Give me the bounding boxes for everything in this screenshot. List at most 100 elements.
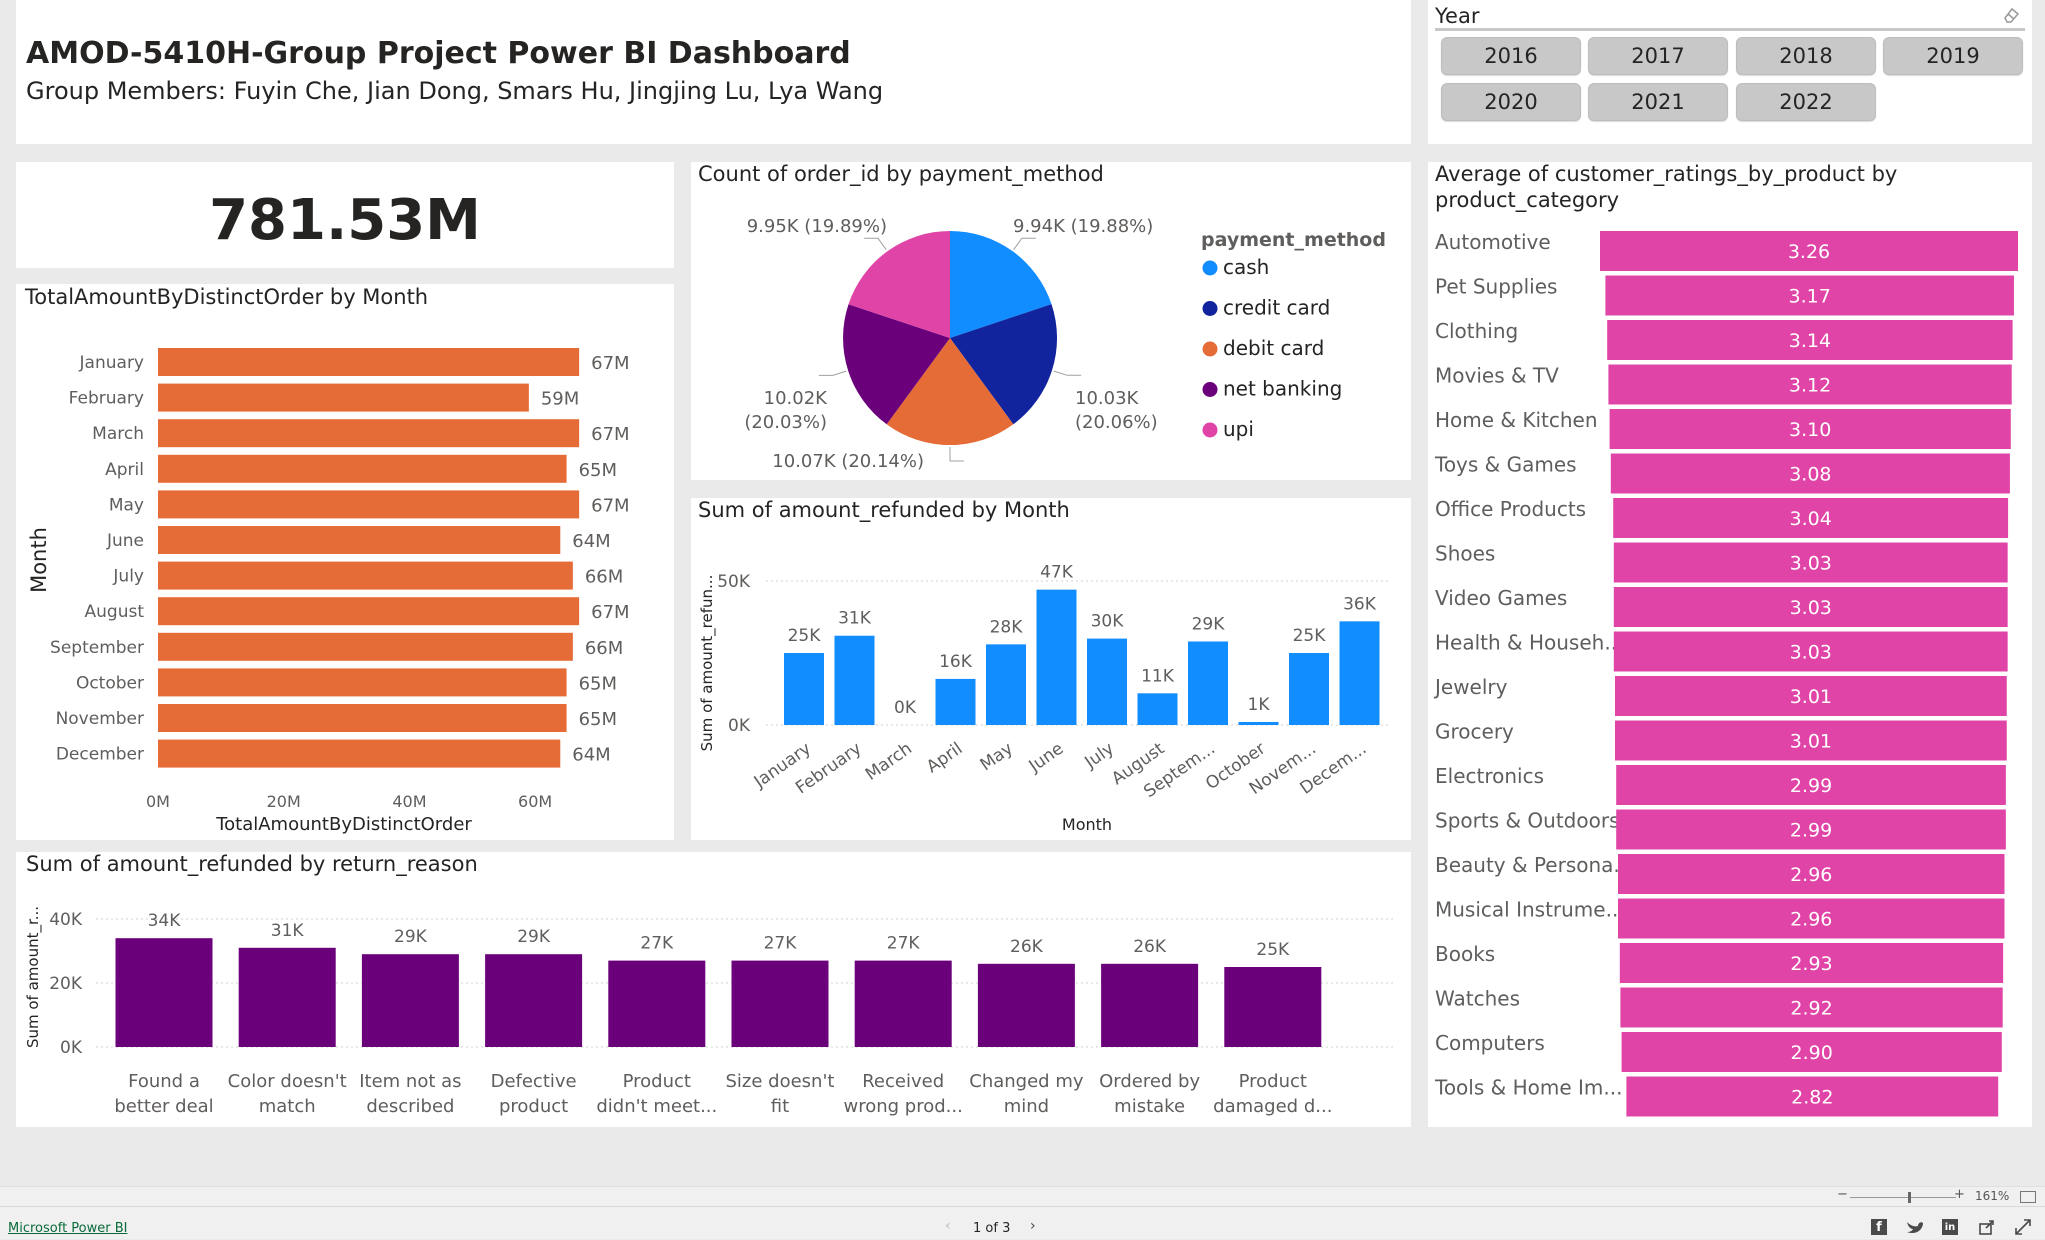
- next-page-icon[interactable]: ›: [1030, 1218, 1036, 1234]
- data-label: 64M: [572, 745, 610, 766]
- y-tick-label: 0K: [728, 716, 751, 736]
- bar: [361, 954, 459, 1047]
- data-label: 27K: [640, 934, 674, 954]
- legend-label: credit card: [1223, 296, 1330, 320]
- bar: [158, 739, 561, 768]
- y-category-label: August: [85, 602, 145, 622]
- x-tick-label: wrong prod...: [844, 1096, 963, 1117]
- data-label: 3.04: [1789, 508, 1831, 530]
- y-category-label: Computers: [1435, 1031, 1545, 1055]
- y-category-label: Automotive: [1435, 230, 1551, 254]
- y-category-label: Movies & TV: [1435, 364, 1559, 388]
- prev-page-icon[interactable]: ‹: [945, 1218, 951, 1234]
- zoom-out-button[interactable]: −: [1837, 1187, 1848, 1202]
- x-tick-label: March: [862, 739, 916, 785]
- data-label: 3.03: [1790, 597, 1832, 619]
- bar: [1238, 722, 1279, 725]
- fullscreen-icon[interactable]: [2014, 1218, 2032, 1236]
- share-icon[interactable]: [1978, 1218, 1996, 1236]
- facebook-icon[interactable]: f: [1871, 1219, 1887, 1235]
- fit-to-page-icon[interactable]: [2020, 1191, 2036, 1203]
- data-label: 2.96: [1790, 864, 1832, 886]
- power-bi-link[interactable]: Microsoft Power BI: [8, 1221, 127, 1236]
- y-category-label: January: [79, 353, 144, 373]
- bar: [1188, 641, 1228, 725]
- page-indicator: 1 of 3: [973, 1221, 1011, 1236]
- zoom-slider-thumb[interactable]: [1908, 1192, 1911, 1203]
- eraser-icon[interactable]: [2002, 6, 2020, 24]
- leader-line: [949, 447, 964, 462]
- data-label: 3.10: [1789, 419, 1831, 441]
- x-tick-label: Ordered by: [1099, 1071, 1200, 1092]
- x-tick-label: didn't meet...: [596, 1096, 717, 1117]
- data-label: 66M: [585, 638, 623, 659]
- linkedin-icon[interactable]: in: [1942, 1219, 1958, 1235]
- bar: [158, 561, 573, 590]
- zoom-slider[interactable]: [1850, 1192, 1956, 1203]
- y-category-label: Sports & Outdoors: [1435, 809, 1620, 833]
- data-label: 2.96: [1790, 909, 1832, 931]
- header-panel: AMOD-5410H-Group Project Power BI Dashbo…: [16, 0, 1411, 144]
- bar: [977, 963, 1075, 1047]
- x-tick-label: Product: [1239, 1071, 1307, 1092]
- data-label: 65M: [579, 460, 617, 481]
- y-axis-title: Sum of amount_r...: [24, 906, 43, 1048]
- year-button-2022[interactable]: 2022: [1736, 83, 1876, 121]
- year-button-2018[interactable]: 2018: [1736, 37, 1876, 75]
- year-slicer-label: Year: [1435, 4, 1480, 28]
- bar: [158, 383, 529, 412]
- y-category-label: Health & Househ...: [1435, 631, 1623, 655]
- bar: [158, 632, 573, 661]
- year-button-2019[interactable]: 2019: [1883, 37, 2023, 75]
- x-tick-label: better deal: [114, 1096, 213, 1117]
- year-button-2017[interactable]: 2017: [1588, 37, 1728, 75]
- x-tick-label: Received: [862, 1071, 944, 1092]
- year-button-2016[interactable]: 2016: [1441, 37, 1581, 75]
- x-tick-label: product: [499, 1096, 568, 1117]
- data-label: 64M: [572, 531, 610, 552]
- y-category-label: Musical Instrume...: [1435, 898, 1625, 922]
- data-label: 25K: [1293, 626, 1327, 646]
- bar: [158, 526, 561, 554]
- x-tick-label: Found a: [128, 1071, 200, 1092]
- data-label: 2.93: [1790, 953, 1832, 975]
- data-label: 65M: [579, 709, 617, 730]
- data-label: 29K: [517, 927, 551, 947]
- data-label: 3.14: [1789, 330, 1831, 352]
- bar: [1087, 638, 1127, 725]
- year-button-2020[interactable]: 2020: [1441, 83, 1581, 121]
- bar: [158, 704, 567, 732]
- data-label: 9.95K (19.89%): [747, 216, 887, 237]
- y-tick-label: 0K: [60, 1038, 83, 1058]
- bar: [731, 960, 829, 1047]
- y-category-label: Jewelry: [1433, 675, 1508, 699]
- leader-line: [864, 237, 887, 250]
- data-label: 3.08: [1789, 464, 1831, 486]
- data-label: 9.94K (19.88%): [1013, 216, 1153, 237]
- y-category-label: Electronics: [1435, 764, 1544, 788]
- ratings-category-svg: Automotive 3.26 Pet Supplies 3.17 Clothing 3.…: [1433, 230, 2018, 1117]
- data-label: 0K: [894, 698, 917, 718]
- x-tick-label: Changed my: [969, 1071, 1084, 1092]
- x-tick-label: Size doesn't: [726, 1071, 835, 1092]
- y-category-label: June: [106, 531, 144, 551]
- year-button-2021[interactable]: 2021: [1588, 83, 1728, 121]
- y-category-label: July: [112, 567, 144, 587]
- bar: [1224, 967, 1322, 1047]
- y-category-label: Books: [1435, 942, 1495, 966]
- zoom-in-button[interactable]: +: [1954, 1187, 1965, 1202]
- page-title: AMOD-5410H-Group Project Power BI Dashbo…: [26, 36, 851, 71]
- legend-marker: [1202, 260, 1218, 276]
- zoom-level: 161%: [1975, 1189, 2010, 1203]
- data-label: 25K: [788, 626, 822, 646]
- data-label: 65M: [579, 673, 617, 694]
- y-category-label: Shoes: [1435, 542, 1495, 566]
- y-category-label: Watches: [1435, 987, 1520, 1011]
- y-category-label: Video Games: [1435, 586, 1567, 610]
- data-label: 3.01: [1790, 686, 1832, 708]
- year-slicer: Year 2016 2017 2018 2019 2020 2021 2022: [1428, 0, 2032, 144]
- y-category-label: December: [56, 745, 144, 765]
- x-tick-label: June: [1025, 739, 1068, 777]
- twitter-icon[interactable]: [1906, 1218, 1924, 1236]
- bar: [854, 960, 952, 1047]
